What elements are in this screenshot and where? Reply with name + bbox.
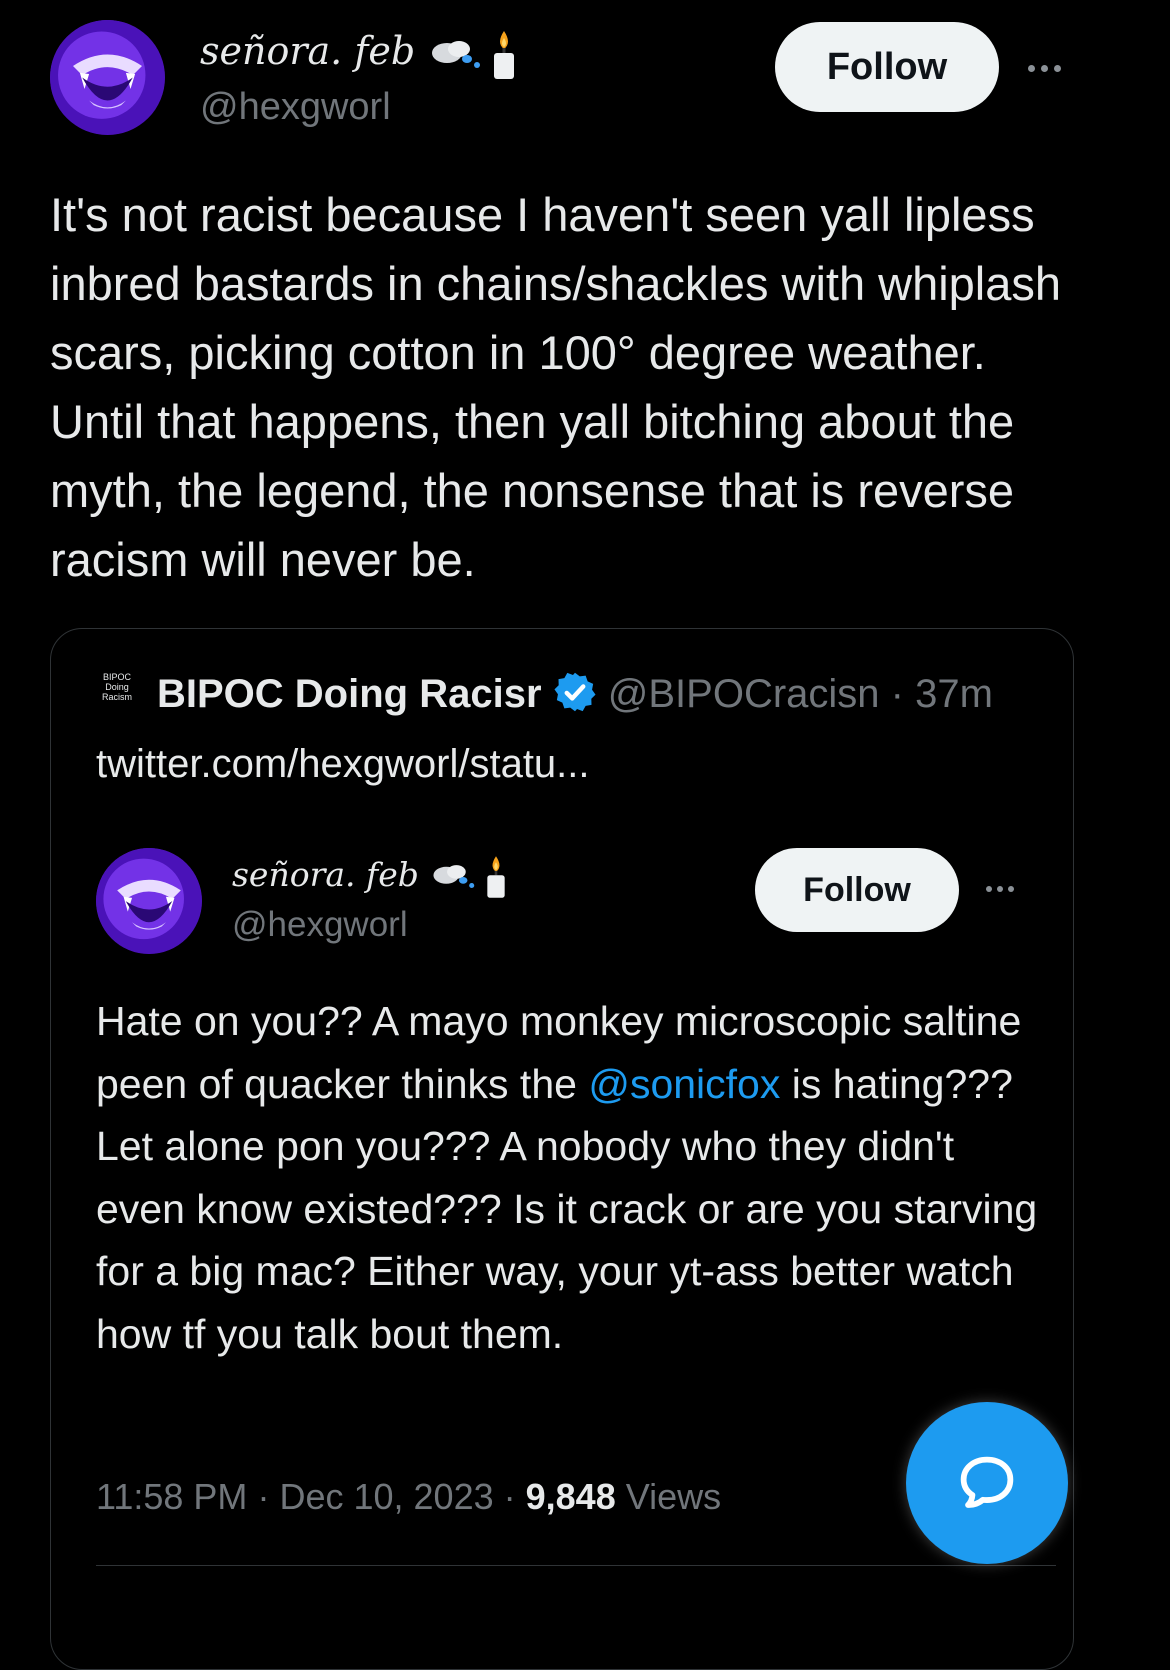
quoted-link-text[interactable]: twitter.com/hexgworl/statu... xyxy=(96,736,590,792)
nested-tweet-text: Hate on you?? A mayo monkey microscopic … xyxy=(96,990,1046,1365)
nested-avatar[interactable] xyxy=(96,848,202,954)
quoted-time[interactable]: 37m xyxy=(915,672,993,716)
more-options-icon[interactable] xyxy=(1028,60,1061,76)
display-name-text: señora. feb xyxy=(200,29,416,73)
nested-handle[interactable]: @hexgworl xyxy=(232,902,408,948)
verified-badge-icon xyxy=(554,672,596,712)
nested-more-options-icon[interactable] xyxy=(986,882,1014,896)
candle-icon xyxy=(487,856,506,898)
candle-icon xyxy=(494,30,515,79)
display-name[interactable]: señora. feb xyxy=(200,26,519,81)
logo-line: Racism xyxy=(101,692,132,702)
divider xyxy=(96,1565,1056,1566)
avatar[interactable] xyxy=(50,20,165,135)
quoted-account-row: BIPOC Doing Racisr @BIPOCracisn · 37m xyxy=(157,666,1057,722)
quoted-display-name[interactable]: BIPOC Doing Racisr xyxy=(157,672,542,716)
dashing-away-icon xyxy=(432,40,481,68)
tweet-meta: 11:58 PM · Dec 10, 2023 · 9,848 Views xyxy=(96,1472,721,1522)
tweet-time[interactable]: 11:58 PM xyxy=(96,1476,247,1517)
views-label: Views xyxy=(625,1476,722,1517)
tweet-date[interactable]: Dec 10, 2023 xyxy=(279,1476,493,1517)
follow-button[interactable]: Follow xyxy=(775,22,999,112)
separator: · xyxy=(257,1476,270,1517)
handle[interactable]: @hexgworl xyxy=(200,82,391,132)
nested-follow-button[interactable]: Follow xyxy=(755,848,959,932)
floating-chat-button[interactable] xyxy=(906,1402,1068,1564)
logo-line: Doing xyxy=(105,682,129,692)
nested-display-name-text: señora. feb xyxy=(232,855,419,894)
mention-link[interactable]: @sonicfox xyxy=(588,1061,780,1107)
chat-bubble-icon xyxy=(960,1456,1014,1508)
nested-display-name[interactable]: señora. feb xyxy=(232,852,509,900)
separator: · xyxy=(503,1476,516,1517)
tweet-text: It's not racist because I haven't seen y… xyxy=(50,188,1062,586)
quoted-account-logo: BIPOC Doing Racism xyxy=(92,672,142,714)
views-count[interactable]: 9,848 xyxy=(526,1476,616,1517)
dashing-away-icon xyxy=(433,865,475,889)
logo-line: BIPOC xyxy=(102,672,131,682)
quoted-handle[interactable]: @BIPOCracisn xyxy=(608,672,880,716)
separator: · xyxy=(890,672,904,716)
